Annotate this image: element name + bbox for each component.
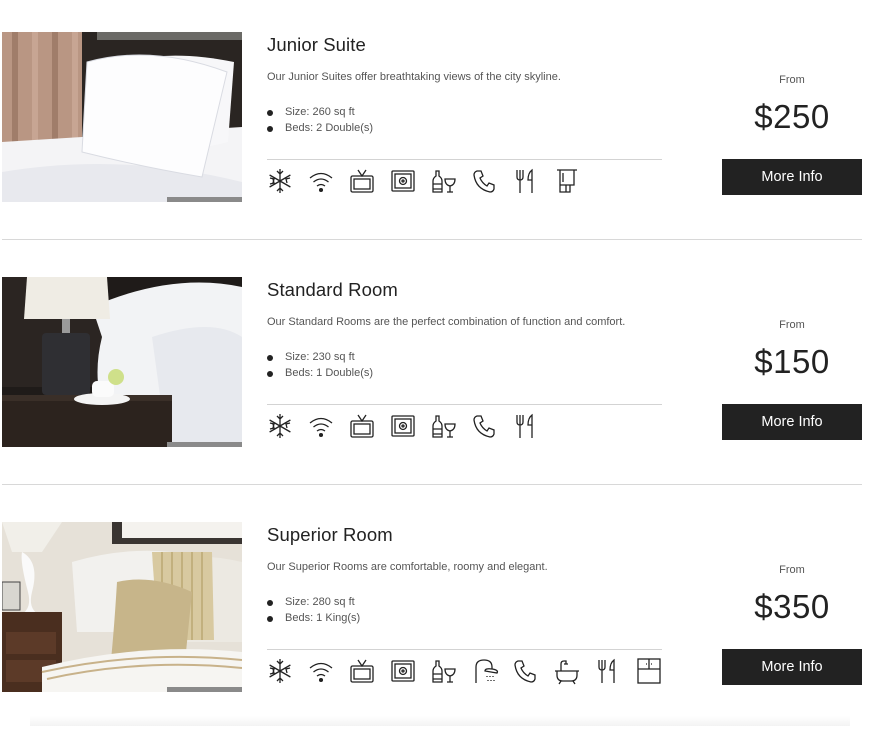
phone-icon — [473, 170, 495, 193]
safe-icon — [391, 415, 415, 437]
room-title[interactable]: Standard Room — [267, 279, 398, 301]
wardrobe-icon — [637, 658, 661, 684]
bullet-icon — [267, 600, 273, 606]
snowflake-icon — [269, 659, 291, 683]
bullet-icon — [267, 616, 273, 622]
snowflake-icon — [269, 169, 291, 193]
phone-icon — [514, 660, 536, 683]
from-label: From — [779, 564, 805, 576]
room-description: Our Standard Rooms are the perfect combi… — [267, 316, 626, 328]
shower-icon — [475, 659, 499, 683]
room-price: $250 — [754, 98, 830, 135]
tv-icon — [350, 659, 374, 683]
bullet-icon — [267, 110, 273, 116]
wifi-icon — [309, 662, 333, 683]
superior-bed-photo-image — [2, 522, 242, 692]
wifi-icon — [309, 172, 333, 193]
bullet-icon — [267, 371, 273, 377]
safe-icon — [391, 660, 415, 682]
room-title[interactable]: Superior Room — [267, 524, 393, 546]
minibar-icon — [432, 170, 456, 193]
from-label: From — [779, 319, 805, 331]
towel-icon — [557, 169, 577, 193]
amenities-separator — [267, 404, 662, 405]
room-price: $150 — [754, 343, 830, 380]
wifi-icon — [309, 417, 333, 438]
room-photo[interactable] — [2, 277, 242, 447]
room-card-superior-room: Superior Room Our Superior Rooms are com… — [0, 490, 872, 735]
bullet-icon — [267, 126, 273, 132]
phone-icon — [473, 415, 495, 438]
room-title[interactable]: Junior Suite — [267, 34, 366, 56]
room-divider — [2, 484, 862, 485]
room-description: Our Junior Suites offer breathtaking vie… — [267, 71, 561, 83]
snowflake-icon — [269, 414, 291, 438]
room-card-junior-suite: Junior Suite Our Junior Suites offer bre… — [0, 0, 872, 245]
more-info-button[interactable]: More Info — [722, 404, 862, 440]
minibar-icon — [432, 660, 456, 683]
room-photo[interactable] — [2, 32, 242, 202]
room-description: Our Superior Rooms are comfortable, room… — [267, 561, 548, 573]
tv-icon — [350, 169, 374, 193]
tv-icon — [350, 414, 374, 438]
minibar-icon — [432, 415, 456, 438]
more-info-button[interactable]: More Info — [722, 159, 862, 195]
bottom-edge-shadow — [30, 716, 850, 726]
amenities-separator — [267, 649, 662, 650]
bedside-photo-image — [2, 277, 242, 447]
room-divider — [2, 239, 862, 240]
dining-icon — [516, 413, 533, 438]
dining-icon — [598, 658, 615, 683]
safe-icon — [391, 170, 415, 192]
from-label: From — [779, 74, 805, 86]
room-price: $350 — [754, 588, 830, 625]
dining-icon — [516, 168, 533, 193]
room-photo[interactable] — [2, 522, 242, 692]
bathtub-icon — [555, 660, 579, 685]
more-info-button[interactable]: More Info — [722, 649, 862, 685]
room-card-standard-room: Standard Room Our Standard Rooms are the… — [0, 245, 872, 490]
bullet-icon — [267, 355, 273, 361]
bed-photo-image — [2, 32, 242, 202]
amenities-separator — [267, 159, 662, 160]
